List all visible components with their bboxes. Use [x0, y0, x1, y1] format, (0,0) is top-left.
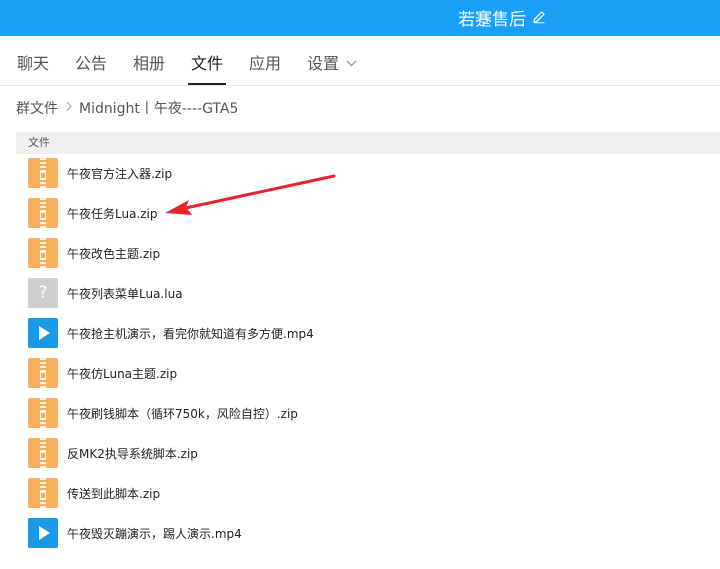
- file-row[interactable]: 午夜抢主机演示，看完你就知道有多方便.mp4: [16, 314, 720, 354]
- chevron-down-icon: [346, 60, 357, 67]
- file-row[interactable]: 反MK2执导系统脚本.zip: [16, 434, 720, 474]
- file-name: 午夜仿Luna主题.zip: [67, 367, 178, 381]
- breadcrumb-root[interactable]: 群文件: [16, 98, 58, 118]
- file-name: 午夜列表菜单Lua.lua: [67, 287, 183, 301]
- file-row[interactable]: 午夜刷钱脚本（循环750k，风险自控）.zip: [16, 394, 720, 434]
- file-row[interactable]: ? 午夜列表菜单Lua.lua: [16, 274, 720, 314]
- zip-file-icon: [28, 158, 58, 188]
- zip-file-icon: [28, 438, 58, 468]
- file-name: 午夜抢主机演示，看完你就知道有多方便.mp4: [67, 327, 314, 341]
- title-bar: 若蹇售后: [0, 0, 720, 36]
- column-header-file: 文件: [28, 136, 50, 149]
- zip-file-icon: [28, 398, 58, 428]
- file-row[interactable]: 午夜官方注入器.zip: [16, 154, 720, 194]
- breadcrumb-current: Midnight丨午夜----GTA5: [79, 101, 239, 117]
- file-row[interactable]: 传送到此脚本.zip: [16, 474, 720, 514]
- breadcrumb: 群文件 Midnight丨午夜----GTA5: [16, 98, 238, 118]
- tab-bar: 聊天 公告 相册 文件 应用 设置: [0, 36, 720, 86]
- tab-announcements[interactable]: 公告: [75, 36, 107, 85]
- file-row[interactable]: 午夜仿Luna主题.zip: [16, 354, 720, 394]
- zip-file-icon: [28, 238, 58, 268]
- tab-settings[interactable]: 设置: [307, 36, 357, 85]
- zip-file-icon: [28, 198, 58, 228]
- file-name: 午夜毁灭蹦演示，踢人演示.mp4: [67, 527, 242, 541]
- chevron-right-icon: [66, 100, 72, 116]
- video-file-icon: [28, 518, 58, 548]
- tab-chat[interactable]: 聊天: [17, 36, 49, 85]
- file-row[interactable]: 午夜毁灭蹦演示，踢人演示.mp4: [16, 514, 720, 554]
- pencil-icon[interactable]: [532, 10, 546, 24]
- unknown-file-icon: ?: [28, 278, 58, 308]
- zip-file-icon: [28, 478, 58, 508]
- file-name: 午夜改色主题.zip: [67, 247, 161, 261]
- file-name: 午夜刷钱脚本（循环750k，风险自控）.zip: [67, 407, 298, 421]
- file-name: 午夜官方注入器.zip: [67, 167, 173, 181]
- tab-album[interactable]: 相册: [133, 36, 165, 85]
- video-file-icon: [28, 318, 58, 348]
- file-name: 午夜任务Lua.zip: [67, 207, 158, 221]
- tab-files[interactable]: 文件: [187, 36, 227, 85]
- file-name: 反MK2执导系统脚本.zip: [67, 447, 198, 461]
- group-name: 若蹇售后: [458, 9, 526, 30]
- file-row[interactable]: 午夜改色主题.zip: [16, 234, 720, 274]
- file-row[interactable]: 午夜任务Lua.zip: [16, 194, 720, 234]
- zip-file-icon: [28, 358, 58, 388]
- file-list-header[interactable]: 文件: [16, 132, 720, 154]
- tab-apps[interactable]: 应用: [249, 36, 281, 85]
- file-name: 传送到此脚本.zip: [67, 487, 161, 501]
- group-name-editor[interactable]: 若蹇售后: [458, 5, 546, 30]
